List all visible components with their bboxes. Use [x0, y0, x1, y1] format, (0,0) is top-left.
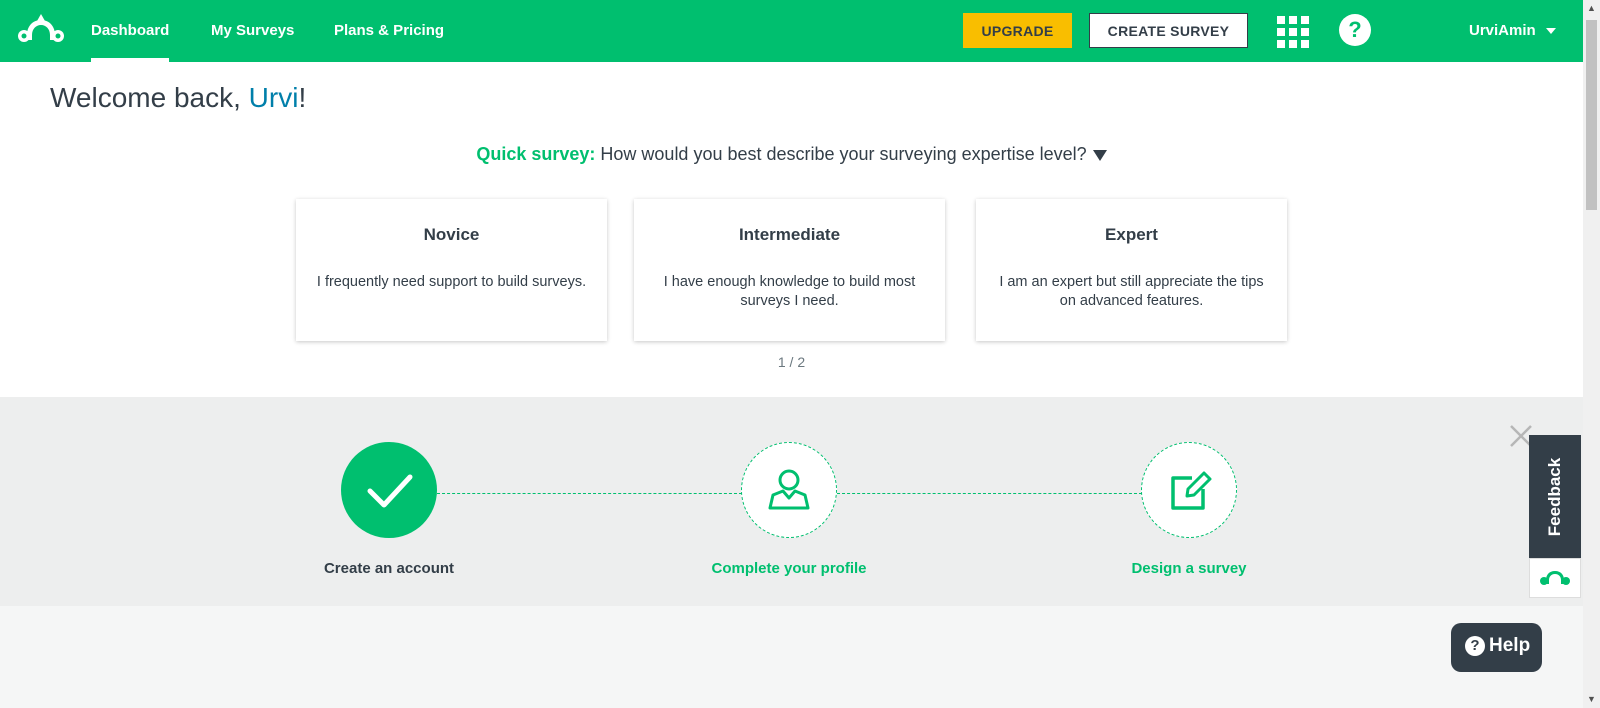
welcome-heading: Welcome back, Urvi! — [50, 82, 306, 114]
caret-down-icon[interactable] — [1092, 149, 1107, 161]
progress-connector — [437, 493, 742, 494]
nav-dashboard[interactable]: Dashboard — [91, 0, 170, 62]
feedback-logo-box[interactable] — [1529, 558, 1581, 598]
nav-plans-pricing[interactable]: Plans & Pricing — [334, 0, 444, 62]
option-title: Novice — [423, 225, 480, 244]
option-title: Expert — [1105, 225, 1158, 244]
option-card-intermediate[interactable]: Intermediate I have enough knowledge to … — [634, 199, 945, 341]
option-title: Intermediate — [738, 225, 841, 244]
chevron-down-icon — [1545, 28, 1556, 35]
vertical-scrollbar[interactable]: ▲ ▼ — [1583, 0, 1600, 708]
carousel-pager: 1 / 2 — [777, 354, 806, 370]
quick-survey-label: Quick survey: — [476, 144, 596, 164]
nav-my-surveys[interactable]: My Surveys — [211, 0, 294, 62]
option-description: I have enough knowledge to build most su… — [663, 274, 916, 309]
welcome-punctuation: ! — [298, 82, 307, 113]
help-question-icon[interactable]: ? — [1339, 14, 1371, 46]
help-label: Help — [1489, 635, 1531, 656]
scrollbar-thumb[interactable] — [1586, 20, 1597, 210]
quick-survey-prompt: Quick survey: How would you best describ… — [0, 144, 1583, 165]
onboarding-progress: Create an account Complete your profile … — [0, 397, 1583, 606]
step-complete-profile[interactable] — [741, 442, 837, 538]
welcome-section: Welcome back, Urvi! Quick survey: How wo… — [0, 62, 1583, 397]
apps-grid-icon[interactable] — [1277, 16, 1309, 48]
step-label-create-account: Create an account — [323, 560, 455, 577]
feedback-tab[interactable]: Feedback — [1529, 435, 1581, 558]
top-navigation-bar: Dashboard My Surveys Plans & Pricing UPG… — [0, 0, 1583, 62]
checkmark-icon — [367, 474, 413, 508]
scroll-down-arrow-icon[interactable]: ▼ — [1583, 691, 1600, 708]
feedback-label: Feedback — [1545, 457, 1564, 536]
user-account-menu[interactable]: UrviAmin — [1469, 0, 1556, 62]
help-circle-icon: ? — [1465, 636, 1485, 656]
surveymonkey-logo-icon[interactable] — [18, 14, 64, 48]
option-description: I frequently need support to build surve… — [316, 274, 587, 290]
quick-survey-question: How would you best describe your surveyi… — [595, 144, 1087, 164]
upgrade-button[interactable]: UPGRADE — [963, 13, 1072, 48]
step-label-complete-profile[interactable]: Complete your profile — [669, 560, 909, 577]
surveymonkey-small-logo-icon — [1540, 571, 1570, 585]
scroll-up-arrow-icon[interactable]: ▲ — [1583, 0, 1600, 17]
option-card-expert[interactable]: Expert I am an expert but still apprecia… — [976, 199, 1287, 341]
welcome-greeting: Welcome back, — [50, 82, 249, 113]
edit-icon — [1171, 471, 1212, 510]
help-chat-button[interactable]: ? Help — [1451, 623, 1542, 672]
option-card-novice[interactable]: Novice I frequently need support to buil… — [296, 199, 607, 341]
step-label-design-survey[interactable]: Design a survey — [1069, 560, 1309, 577]
step-design-survey[interactable] — [1141, 442, 1237, 538]
welcome-user-name: Urvi — [248, 82, 299, 113]
user-profile-icon — [768, 469, 810, 510]
create-survey-button[interactable]: CREATE SURVEY — [1089, 13, 1248, 48]
user-name: UrviAmin — [1469, 22, 1536, 39]
progress-connector — [837, 493, 1142, 494]
dashboard-page: Dashboard My Surveys Plans & Pricing UPG… — [0, 0, 1600, 708]
step-create-account — [341, 442, 437, 538]
option-description: I am an expert but still appreciate the … — [999, 274, 1264, 309]
